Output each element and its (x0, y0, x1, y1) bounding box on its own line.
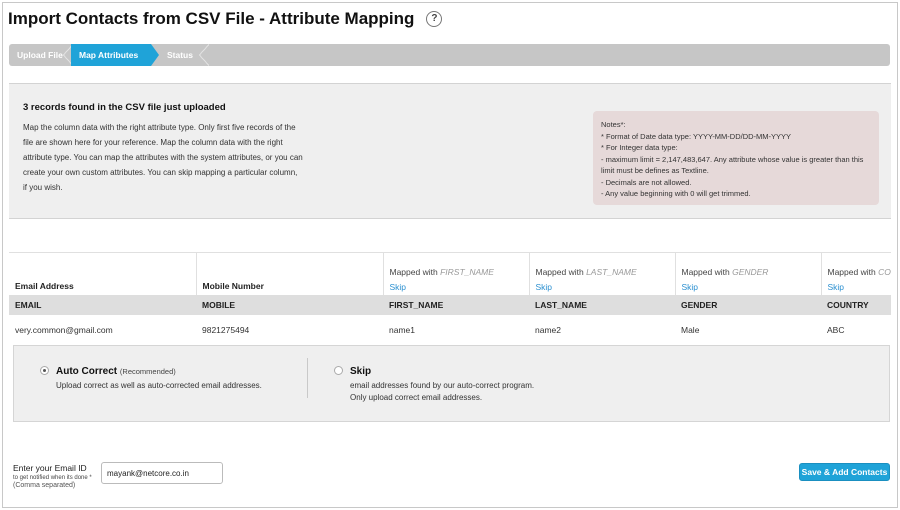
attribute-key: COUNTRY (821, 294, 891, 315)
comma-separated-note: (Comma separated) (13, 482, 76, 489)
attribute-key-row: EMAIL MOBILE FIRST_NAME LAST_NAME GENDER… (9, 294, 891, 315)
note-line: * For Integer data type: (601, 143, 678, 152)
column-header-gender: Mapped with GENDER Skip (674, 252, 821, 295)
mapped-with-label: Mapped with LAST_NAME (536, 267, 669, 277)
attribute-key: GENDER (675, 294, 821, 315)
mapped-with-label: Mapped with COUNTRY (828, 267, 892, 277)
table-row: very.common@gmail.com 9821275494 name1 n… (9, 315, 891, 345)
table-cell: name1 (389, 324, 415, 335)
skip-title: Skip (350, 366, 372, 377)
table-cell: 9821275494 (202, 324, 250, 335)
skip-link[interactable]: Skip (828, 282, 892, 292)
table-cell: Male (681, 324, 700, 335)
step-upload-file[interactable]: Upload File (9, 44, 73, 66)
column-header-last-name: Mapped with LAST_NAME Skip (528, 252, 675, 295)
instruction-line: if you wish. (23, 183, 63, 192)
attribute-mapping-table: Email Address Mobile Number Mapped with … (9, 252, 891, 344)
options-divider (307, 358, 308, 398)
step-status[interactable]: Status (151, 44, 209, 66)
column-header-first-name: Mapped with FIRST_NAME Skip (382, 252, 529, 295)
skip-radio[interactable] (334, 366, 343, 375)
auto-correct-radio[interactable] (40, 366, 49, 375)
auto-correct-title: Auto Correct (Recommended) (56, 366, 176, 377)
mapped-with-label: Mapped with GENDER (682, 267, 815, 277)
page-title: Import Contacts from CSV File - Attribut… (8, 9, 443, 29)
mapped-with-text: Mapped with (827, 267, 876, 277)
notes-box: Notes*: * Format of Date data type: YYYY… (593, 111, 879, 205)
attribute-key: MOBILE (196, 294, 383, 315)
import-contacts-page: Import Contacts from CSV File - Attribut… (2, 2, 898, 508)
skip-link[interactable]: Skip (536, 282, 669, 292)
skip-description: email addresses found by our auto-correc… (350, 380, 534, 404)
instruction-line: create your own custom attributes. You c… (23, 168, 298, 177)
summary-panel: 3 records found in the CSV file just upl… (9, 83, 891, 219)
help-icon[interactable]: ? (426, 11, 443, 27)
skip-link[interactable]: Skip (390, 282, 523, 292)
note-line: * Format of Date data type: YYYY-MM-DD/D… (601, 131, 792, 141)
mapped-attribute: LAST_NAME (586, 267, 637, 277)
attribute-key: EMAIL (9, 294, 196, 315)
table-cell: very.common@gmail.com (15, 324, 113, 335)
records-found-heading: 3 records found in the CSV file just upl… (23, 102, 226, 113)
mapping-header-row: Email Address Mobile Number Mapped with … (9, 252, 892, 295)
instruction-line: file are shown here for your reference. … (23, 138, 283, 147)
auto-correct-title-text: Auto Correct (56, 366, 118, 377)
note-line: - maximum limit = 2,147,483,647. Any att… (601, 154, 864, 164)
mapped-with-text: Mapped with (681, 267, 730, 277)
save-add-contacts-button[interactable]: Save & Add Contacts (799, 463, 890, 481)
auto-correct-description: Upload correct as well as auto-corrected… (56, 381, 262, 390)
step-map-attributes[interactable]: Map Attributes (71, 44, 159, 66)
notify-email-label-group: Enter your Email ID to get notified when… (13, 463, 92, 489)
notify-email-hint: to get notified when its done * (13, 475, 92, 481)
instruction-line: Map the column data with the right attri… (23, 123, 296, 132)
mapped-attribute: COUNTRY (878, 267, 891, 277)
skip-description-line: Only upload correct email addresses. (350, 393, 483, 402)
column-label: Mobile Number (202, 281, 264, 291)
mapping-instructions: Map the column data with the right attri… (23, 120, 323, 195)
notify-email-input[interactable] (101, 462, 223, 484)
skip-description-line: email addresses found by our auto-correc… (350, 381, 535, 390)
recommended-tag: (Recommended) (119, 367, 176, 376)
page-title-text: Import Contacts from CSV File - Attribut… (8, 9, 415, 28)
instruction-line: attribute type. You can map the attribut… (23, 153, 303, 162)
column-header-mobile: Mobile Number (195, 252, 383, 295)
notify-email-label: Enter your Email ID (13, 463, 87, 473)
mapped-with-label: Mapped with FIRST_NAME (390, 267, 523, 277)
table-cell: ABC (827, 324, 845, 335)
column-header-email: Email Address (9, 252, 196, 295)
attribute-key: FIRST_NAME (383, 294, 529, 315)
note-line: - Any value beginning with 0 will get tr… (601, 189, 751, 198)
table-cell: name2 (535, 324, 561, 335)
note-line: - Decimals are not allowed. (601, 177, 692, 187)
column-label: Email Address (15, 281, 74, 291)
wizard-steps: Upload File Map Attributes Status (9, 44, 890, 66)
skip-link[interactable]: Skip (682, 282, 815, 292)
attribute-key: LAST_NAME (529, 294, 675, 315)
notes-title: Notes*: (601, 120, 626, 129)
auto-correct-options: Auto Correct (Recommended) Upload correc… (13, 345, 890, 422)
note-line: limit must be defines as Textline. (601, 166, 709, 175)
mapped-attribute: FIRST_NAME (440, 267, 494, 277)
mapped-with-text: Mapped with (389, 267, 438, 277)
mapped-with-text: Mapped with (535, 267, 584, 277)
column-header-country: Mapped with COUNTRY Skip (820, 252, 892, 295)
mapped-attribute: GENDER (732, 267, 769, 277)
